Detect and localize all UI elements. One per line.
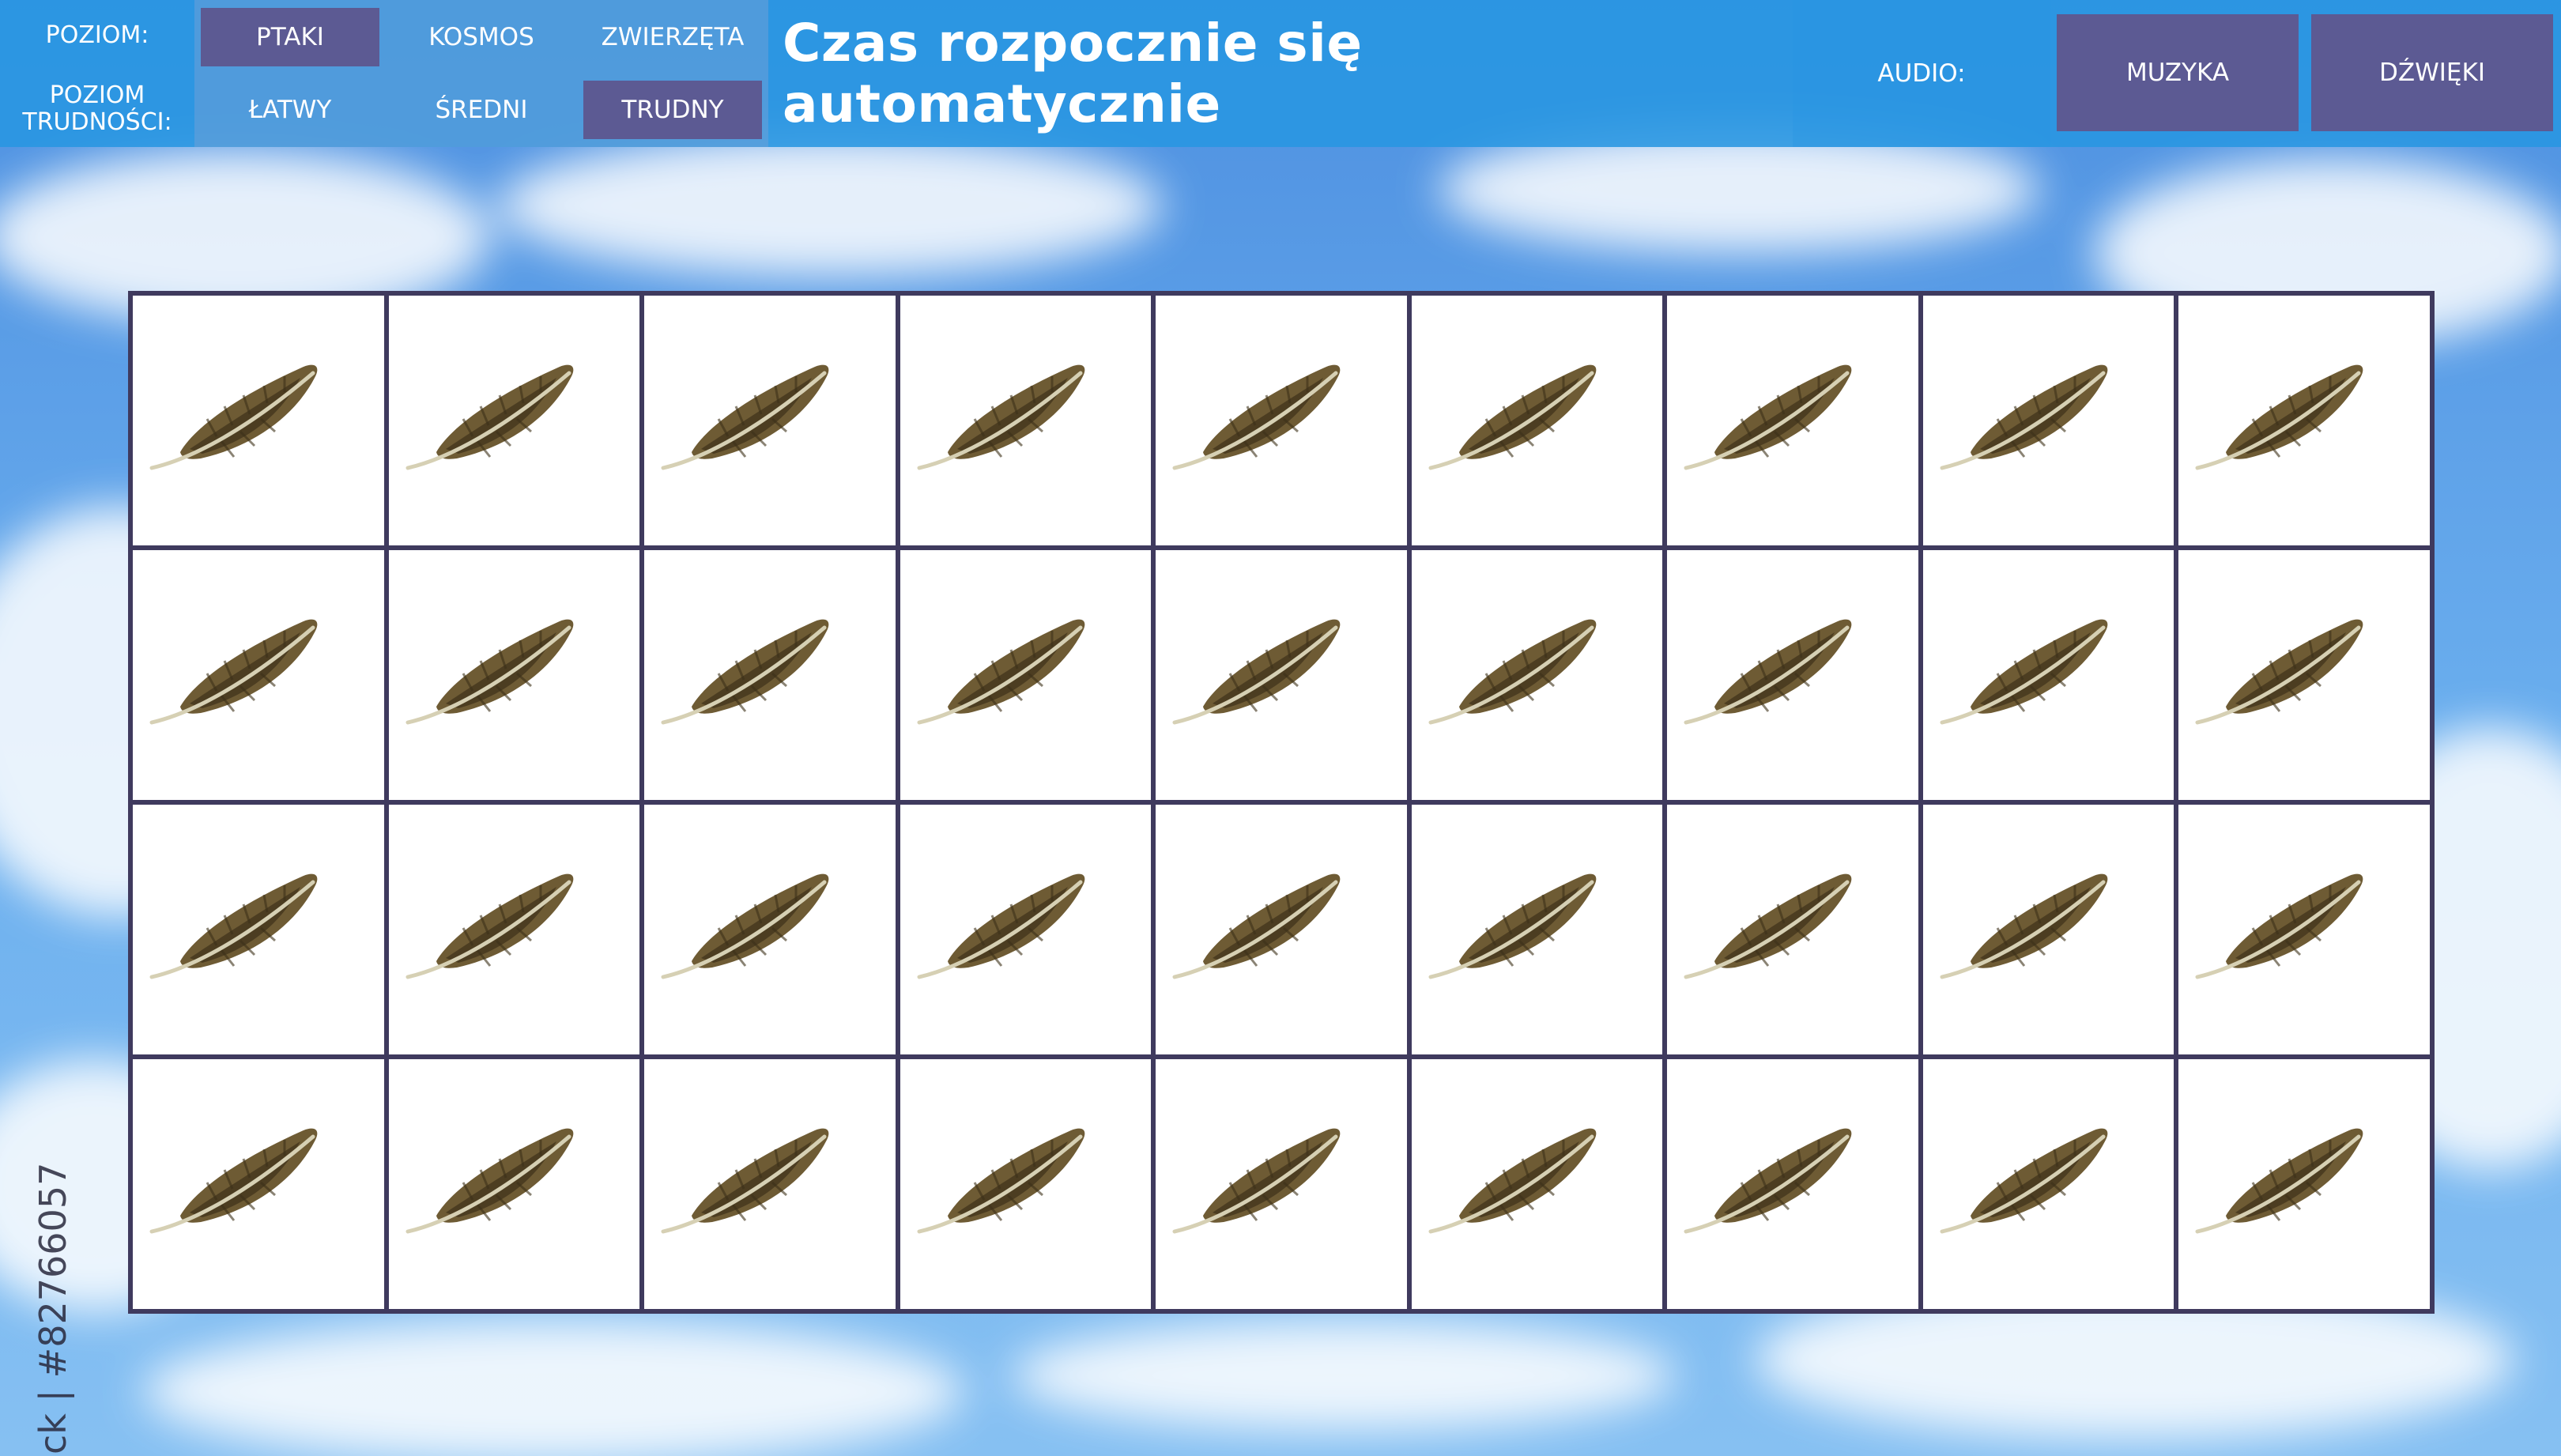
feather-icon	[1940, 1128, 2108, 1234]
feather-icon	[1684, 1128, 1852, 1234]
feather-icon	[405, 1128, 573, 1234]
memory-card[interactable]	[1665, 802, 1921, 1057]
memory-card[interactable]	[642, 293, 898, 548]
game-screen: POZIOM: POZIOM TRUDNOŚCI: PTAKI KOSMOS Z…	[0, 0, 2561, 1456]
feather-icon	[1172, 1128, 1341, 1234]
theme-ptaki-button[interactable]: PTAKI	[201, 8, 379, 66]
feather-icon	[1940, 619, 2108, 725]
memory-card[interactable]	[1153, 802, 1409, 1057]
feather-icon	[1172, 364, 1341, 470]
memory-card[interactable]	[897, 293, 1154, 548]
feather-icon	[149, 619, 318, 725]
options-panel: PTAKI KOSMOS ZWIERZĘTA ŁATWY ŚREDNI TRUD…	[194, 0, 768, 147]
feather-icon	[1940, 364, 2108, 470]
feather-icon	[149, 1128, 318, 1234]
feather-icon	[917, 873, 1085, 979]
feather-icon	[2195, 1128, 2363, 1234]
memory-board	[128, 291, 2435, 1314]
feather-icon	[405, 619, 573, 725]
feather-icon	[661, 619, 829, 725]
feather-icon	[1428, 619, 1597, 725]
stock-watermark: ck | #82766057	[32, 1162, 74, 1454]
feather-icon	[149, 873, 318, 979]
feather-icon	[405, 364, 573, 470]
memory-card[interactable]	[642, 1057, 898, 1311]
memory-card[interactable]	[2176, 1057, 2432, 1311]
feather-icon	[2195, 619, 2363, 725]
memory-card[interactable]	[897, 802, 1154, 1057]
feather-icon	[1684, 873, 1852, 979]
memory-card[interactable]	[1409, 548, 1665, 802]
memory-card[interactable]	[642, 802, 898, 1057]
level-label: POZIOM:	[45, 21, 149, 49]
memory-card[interactable]	[1920, 1057, 2177, 1311]
memory-card[interactable]	[386, 548, 643, 802]
difficulty-easy-button[interactable]: ŁATWY	[201, 81, 379, 139]
feather-icon	[149, 364, 318, 470]
feather-icon	[1428, 873, 1597, 979]
memory-card[interactable]	[130, 1057, 387, 1311]
memory-card[interactable]	[2176, 802, 2432, 1057]
memory-card[interactable]	[897, 1057, 1154, 1311]
memory-card[interactable]	[1920, 802, 2177, 1057]
memory-card[interactable]	[1665, 1057, 1921, 1311]
difficulty-hard-button[interactable]: TRUDNY	[583, 81, 762, 139]
theme-kosmos-button[interactable]: KOSMOS	[392, 8, 571, 66]
feather-icon	[405, 873, 573, 979]
memory-card[interactable]	[130, 802, 387, 1057]
difficulty-medium-button[interactable]: ŚREDNI	[392, 81, 571, 139]
theme-zwierzeta-button[interactable]: ZWIERZĘTA	[583, 8, 762, 66]
audio-label: AUDIO:	[1793, 0, 2050, 147]
feather-icon	[661, 873, 829, 979]
top-bar: POZIOM: POZIOM TRUDNOŚCI: PTAKI KOSMOS Z…	[0, 0, 2561, 147]
feather-icon	[1428, 1128, 1597, 1234]
difficulty-label: POZIOM TRUDNOŚCI:	[22, 81, 172, 136]
memory-card[interactable]	[1920, 293, 2177, 548]
memory-card[interactable]	[642, 548, 898, 802]
feather-icon	[917, 619, 1085, 725]
feather-icon	[2195, 364, 2363, 470]
feather-icon	[917, 364, 1085, 470]
memory-card[interactable]	[130, 293, 387, 548]
memory-card[interactable]	[1920, 548, 2177, 802]
feather-icon	[661, 364, 829, 470]
feather-icon	[1172, 619, 1341, 725]
memory-card[interactable]	[1153, 548, 1409, 802]
memory-card[interactable]	[1665, 548, 1921, 802]
memory-card[interactable]	[2176, 293, 2432, 548]
feather-icon	[661, 1128, 829, 1234]
sounds-button[interactable]: DŹWIĘKI	[2311, 14, 2553, 131]
feather-icon	[1172, 873, 1341, 979]
memory-card[interactable]	[2176, 548, 2432, 802]
memory-card[interactable]	[130, 548, 387, 802]
feather-icon	[1684, 364, 1852, 470]
music-button[interactable]: MUZYKA	[2057, 14, 2299, 131]
memory-card[interactable]	[1409, 1057, 1665, 1311]
feather-icon	[1684, 619, 1852, 725]
memory-card[interactable]	[897, 548, 1154, 802]
memory-card[interactable]	[1153, 293, 1409, 548]
memory-card[interactable]	[1409, 293, 1665, 548]
feather-icon	[1940, 873, 2108, 979]
memory-card[interactable]	[386, 1057, 643, 1311]
memory-card[interactable]	[1665, 293, 1921, 548]
memory-card[interactable]	[386, 802, 643, 1057]
memory-card[interactable]	[1409, 802, 1665, 1057]
memory-card[interactable]	[386, 293, 643, 548]
feather-icon	[1428, 364, 1597, 470]
memory-card[interactable]	[1153, 1057, 1409, 1311]
feather-icon	[2195, 873, 2363, 979]
feather-icon	[917, 1128, 1085, 1234]
timer-status-title: Czas rozpocznie się automatycznie	[783, 13, 1363, 134]
